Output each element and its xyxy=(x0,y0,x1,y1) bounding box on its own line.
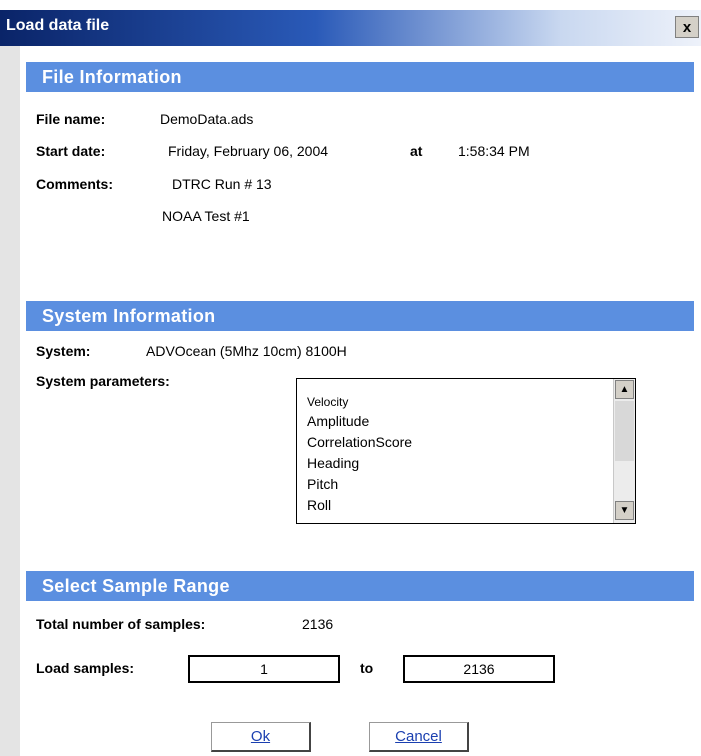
scroll-down-icon: ▼ xyxy=(619,505,630,516)
start-date-label: Start date: xyxy=(36,143,106,159)
left-margin xyxy=(0,46,20,756)
system-parameters-listbox[interactable]: Velocity Amplitude CorrelationScore Heading… xyxy=(296,378,636,524)
scroll-thumb[interactable] xyxy=(615,401,634,461)
scroll-up-icon: ▲ xyxy=(619,384,630,395)
file-info-header: File Information xyxy=(26,62,694,92)
scroll-up-button[interactable]: ▲ xyxy=(615,380,634,399)
total-samples-label: Total number of samples: xyxy=(36,616,206,632)
load-samples-label: Load samples: xyxy=(36,660,135,676)
start-time-value: 1:58:34 PM xyxy=(458,143,530,159)
system-label: System: xyxy=(36,343,91,359)
comments-label: Comments: xyxy=(36,176,114,192)
title-bar[interactable]: Load data file x xyxy=(0,10,701,46)
parameter-item[interactable]: Heading xyxy=(307,453,607,474)
system-value: ADVOcean (5Mhz 10cm) 8100H xyxy=(146,343,347,359)
file-name-label: File name: xyxy=(36,111,106,127)
parameter-item[interactable]: Velocity xyxy=(307,393,607,411)
file-name-value: DemoData.ads xyxy=(160,111,254,127)
total-samples-value: 2136 xyxy=(302,616,334,632)
parameter-item[interactable]: CorrelationScore xyxy=(307,432,607,453)
parameter-list: Velocity Amplitude CorrelationScore Heading… xyxy=(307,393,607,516)
system-info-header: System Information xyxy=(26,301,694,331)
sample-range-header: Select Sample Range xyxy=(26,571,694,601)
at-label: at xyxy=(410,143,423,159)
listbox-scrollbar[interactable]: ▲ ▼ xyxy=(613,379,635,523)
ok-button[interactable]: Ok xyxy=(211,722,311,752)
system-parameters-label: System parameters: xyxy=(36,373,170,389)
start-date-value: Friday, February 06, 2004 xyxy=(168,143,329,159)
close-button[interactable]: x xyxy=(675,16,699,38)
from-sample-input[interactable]: 1 xyxy=(188,655,340,683)
comment-line-2: NOAA Test #1 xyxy=(162,208,250,224)
window-title: Load data file xyxy=(6,17,110,34)
cancel-button[interactable]: Cancel xyxy=(369,722,469,752)
to-sample-input[interactable]: 2136 xyxy=(403,655,555,683)
load-data-dialog: Load data file x File Information File n… xyxy=(0,0,701,756)
parameter-item[interactable]: Amplitude xyxy=(307,411,607,432)
parameter-item[interactable]: Pitch xyxy=(307,474,607,495)
close-icon: x xyxy=(682,19,692,36)
to-label: to xyxy=(360,660,374,676)
comment-line-1: DTRC Run # 13 xyxy=(172,176,272,192)
parameter-item[interactable]: Roll xyxy=(307,495,607,516)
scroll-down-button[interactable]: ▼ xyxy=(615,501,634,520)
